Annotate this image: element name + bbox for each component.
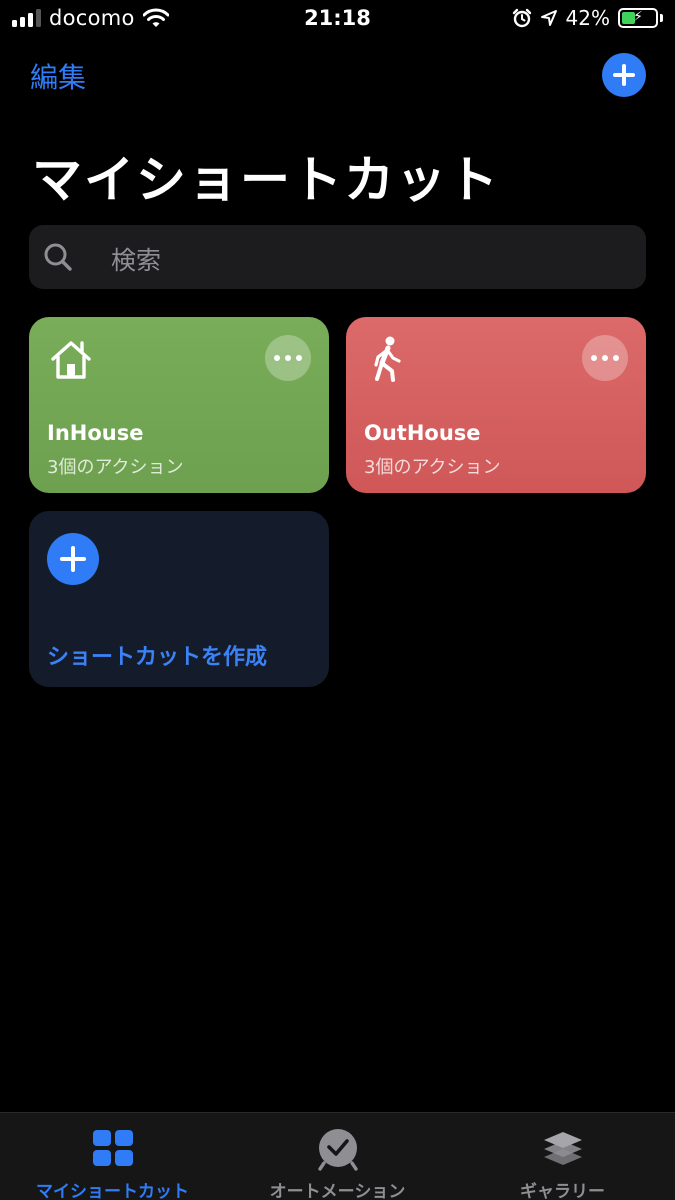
tab-bar: マイショートカット オートメーション ギャラリー xyxy=(0,1112,675,1200)
alarm-icon xyxy=(512,8,531,28)
battery-charging-icon: ⚡ xyxy=(618,8,658,28)
grid-icon xyxy=(93,1130,133,1166)
ellipsis-icon xyxy=(591,355,597,361)
search-icon xyxy=(44,243,72,271)
shortcut-card-outhouse[interactable]: OutHouse 3個のアクション xyxy=(346,317,646,493)
more-options-button[interactable] xyxy=(265,335,311,381)
create-shortcut-label: ショートカットを作成 xyxy=(47,645,268,670)
ellipsis-icon xyxy=(274,355,280,361)
status-bar: docomo 21:18 42% ⚡ xyxy=(0,0,675,38)
clock-check-icon xyxy=(318,1129,358,1171)
page-title: マイショートカット xyxy=(32,151,500,209)
house-icon xyxy=(51,341,91,379)
tab-automation[interactable]: オートメーション xyxy=(225,1113,450,1200)
battery-percentage: 42% xyxy=(565,6,610,30)
tab-label: オートメーション xyxy=(269,1182,406,1200)
search-placeholder: 検索 xyxy=(111,246,162,275)
tab-gallery[interactable]: ギャラリー xyxy=(450,1113,675,1200)
tab-label: ギャラリー xyxy=(520,1182,605,1200)
walking-person-icon xyxy=(374,336,401,382)
tab-my-shortcuts[interactable]: マイショートカット xyxy=(0,1113,225,1200)
location-arrow-icon xyxy=(540,10,557,26)
shortcut-title: OutHouse xyxy=(364,421,481,445)
tab-label: マイショートカット xyxy=(36,1182,189,1200)
battery-cap xyxy=(660,14,663,22)
search-field[interactable]: 検索 xyxy=(29,225,646,289)
create-shortcut-card[interactable]: ショートカットを作成 xyxy=(29,511,329,687)
shortcut-action-count: 3個のアクション xyxy=(364,457,501,478)
edit-button[interactable]: 編集 xyxy=(30,56,86,96)
shortcut-action-count: 3個のアクション xyxy=(47,457,184,478)
layers-icon xyxy=(544,1132,582,1165)
shortcuts-screen: docomo 21:18 42% ⚡ 編集 マイショートカット 検索 InHou… xyxy=(0,0,675,1200)
plus-circle-icon xyxy=(47,533,99,585)
status-right: 42% ⚡ xyxy=(512,6,663,30)
more-options-button[interactable] xyxy=(582,335,628,381)
shortcut-card-inhouse[interactable]: InHouse 3個のアクション xyxy=(29,317,329,493)
add-shortcut-button[interactable] xyxy=(602,53,646,97)
shortcut-title: InHouse xyxy=(47,421,144,445)
